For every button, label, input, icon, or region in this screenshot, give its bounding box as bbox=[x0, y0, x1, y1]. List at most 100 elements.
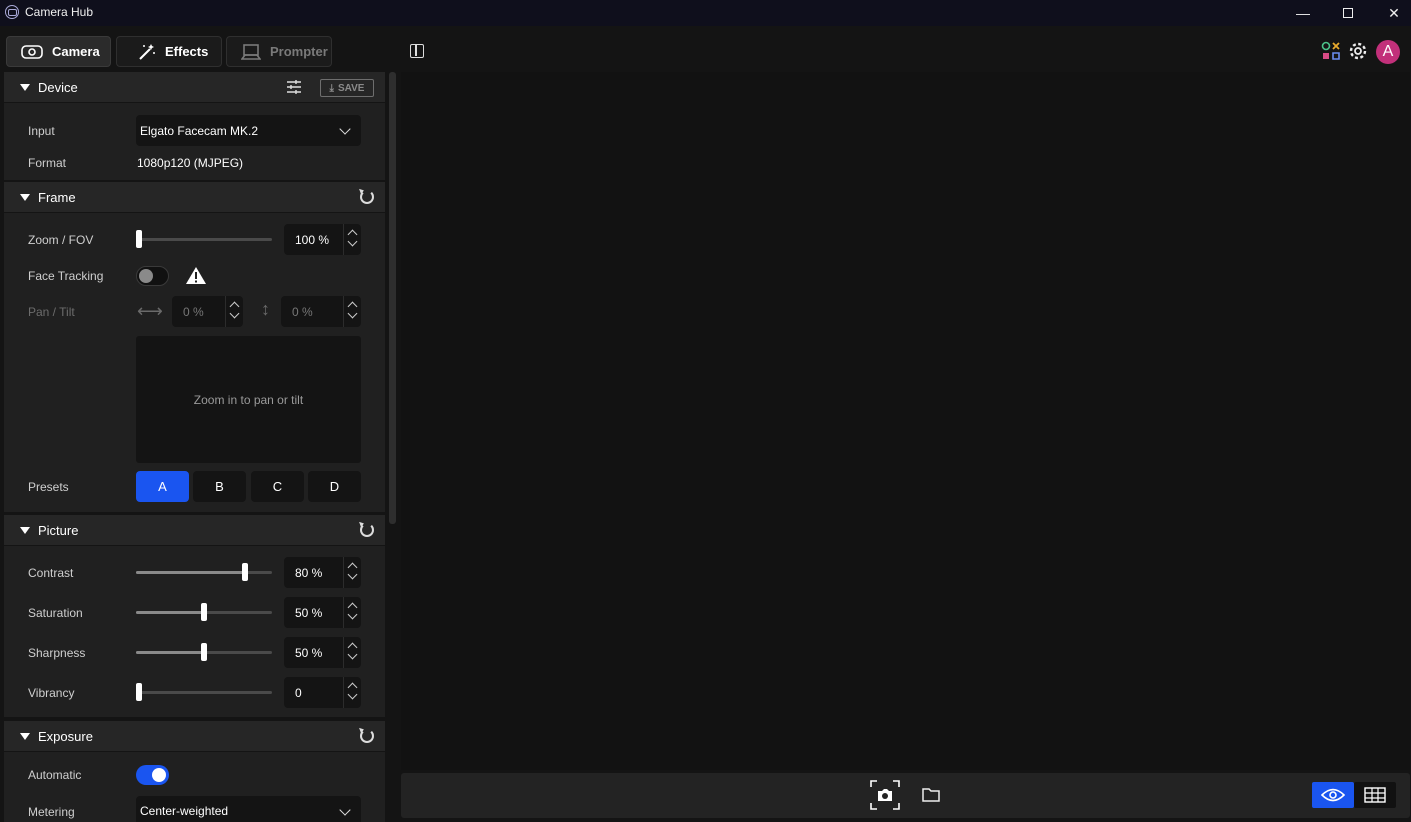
device-header[interactable]: Device ⤓ SAVE bbox=[4, 72, 385, 103]
metering-value: Center-weighted bbox=[140, 804, 229, 818]
sidebar-scrollbar[interactable] bbox=[389, 72, 396, 524]
input-select[interactable]: Elgato Facecam MK.2 bbox=[136, 115, 361, 146]
snapshot-button[interactable] bbox=[870, 780, 900, 810]
zoom-slider-thumb[interactable] bbox=[136, 230, 142, 248]
zoom-slider[interactable] bbox=[136, 230, 272, 248]
zoom-value: 100 % bbox=[295, 232, 330, 247]
settings-gear-icon[interactable] bbox=[1348, 41, 1368, 61]
pan-area-hint: Zoom in to pan or tilt bbox=[193, 392, 304, 407]
collapse-sidebar-button[interactable] bbox=[410, 44, 424, 58]
eye-icon bbox=[1321, 788, 1345, 802]
face-tracking-label: Face Tracking bbox=[28, 269, 104, 283]
contrast-stepper[interactable]: 80 % bbox=[284, 557, 361, 588]
slider-thumb[interactable] bbox=[136, 683, 142, 701]
collapse-triangle-icon bbox=[20, 193, 30, 201]
section-title: Picture bbox=[38, 522, 79, 538]
picture-row-label: Sharpness bbox=[28, 646, 86, 660]
preset-d-button[interactable]: D bbox=[308, 471, 361, 502]
sharpness-stepper[interactable]: 50 % bbox=[284, 637, 361, 668]
reset-icon[interactable] bbox=[360, 729, 374, 743]
maximize-button[interactable] bbox=[1325, 0, 1371, 26]
zoom-label: Zoom / FOV bbox=[28, 233, 94, 247]
preview-toggle-button[interactable] bbox=[1312, 782, 1354, 808]
maximize-icon bbox=[1343, 8, 1353, 18]
exposure-header[interactable]: Exposure bbox=[4, 721, 385, 752]
tab-effects[interactable]: Effects bbox=[116, 36, 222, 67]
camera-preview bbox=[401, 72, 1410, 770]
format-value: 1080p120 (MJPEG) bbox=[137, 156, 244, 170]
chevron-down-icon[interactable] bbox=[229, 308, 240, 319]
chevron-down-icon[interactable] bbox=[347, 308, 358, 319]
magic-wand-icon bbox=[139, 43, 155, 60]
input-label: Input bbox=[28, 124, 55, 138]
slider-thumb[interactable] bbox=[201, 603, 207, 621]
sharpness-slider[interactable] bbox=[136, 643, 272, 661]
chevron-down-icon[interactable] bbox=[347, 689, 358, 700]
tab-prompter[interactable]: Prompter bbox=[226, 36, 332, 67]
title-bar: Camera Hub — ✕ bbox=[0, 0, 1411, 26]
chevron-down-icon[interactable] bbox=[347, 609, 358, 620]
tab-label: Prompter bbox=[270, 44, 328, 59]
preset-a-button[interactable]: A bbox=[136, 471, 189, 502]
camera-icon bbox=[21, 44, 43, 59]
metering-select[interactable]: Center-weighted bbox=[136, 796, 361, 822]
frame-header[interactable]: Frame bbox=[4, 182, 385, 213]
window-title: Camera Hub bbox=[25, 5, 94, 19]
tab-camera[interactable]: Camera bbox=[6, 36, 111, 67]
section-title: Exposure bbox=[38, 728, 93, 744]
input-value: Elgato Facecam MK.2 bbox=[140, 123, 259, 138]
pan-tilt-label: Pan / Tilt bbox=[28, 305, 75, 319]
face-tracking-toggle[interactable] bbox=[136, 266, 169, 286]
reset-icon[interactable] bbox=[360, 523, 374, 537]
tab-label: Effects bbox=[165, 44, 209, 59]
vibrancy-stepper[interactable]: 0 bbox=[284, 677, 361, 708]
picture-header[interactable]: Picture bbox=[4, 515, 385, 546]
close-button[interactable]: ✕ bbox=[1371, 0, 1411, 26]
reset-icon[interactable] bbox=[360, 190, 374, 204]
avatar-letter: A bbox=[1382, 43, 1394, 60]
pan-stepper[interactable]: 0 % bbox=[172, 296, 243, 327]
zoom-stepper[interactable]: 100 % bbox=[284, 224, 361, 255]
vertical-arrows-icon: ↕ bbox=[261, 299, 270, 319]
saturation-stepper[interactable]: 50 % bbox=[284, 597, 361, 628]
collapse-triangle-icon bbox=[20, 83, 30, 91]
pan-tilt-area[interactable]: Zoom in to pan or tilt bbox=[136, 336, 361, 463]
chevron-down-icon[interactable] bbox=[347, 236, 358, 247]
grid-icon bbox=[1364, 787, 1386, 803]
slider-fill bbox=[136, 611, 204, 614]
section-title: Device bbox=[38, 79, 78, 95]
slider-thumb[interactable] bbox=[241, 563, 248, 581]
collapse-triangle-icon bbox=[20, 526, 30, 534]
presets-label: Presets bbox=[28, 480, 69, 494]
grid-overlay-button[interactable] bbox=[1354, 782, 1396, 808]
preset-b-button[interactable]: B bbox=[193, 471, 246, 502]
integrations-icon[interactable] bbox=[1321, 41, 1341, 61]
metering-label: Metering bbox=[28, 805, 75, 819]
minimize-button[interactable]: — bbox=[1280, 0, 1326, 26]
download-icon: ⤓ bbox=[329, 82, 334, 94]
snapshot-camera-icon bbox=[870, 780, 900, 810]
format-label: Format bbox=[28, 156, 67, 170]
picture-row-label: Vibrancy bbox=[28, 686, 75, 700]
horizontal-arrows-icon: ⟷ bbox=[137, 301, 163, 321]
tilt-stepper[interactable]: 0 % bbox=[281, 296, 361, 327]
warning-icon bbox=[186, 267, 206, 284]
avatar[interactable]: A bbox=[1376, 40, 1400, 64]
save-button[interactable]: ⤓ SAVE bbox=[320, 79, 374, 97]
preset-c-button[interactable]: C bbox=[251, 471, 304, 502]
bottom-toolbar bbox=[401, 773, 1410, 818]
stepper-value: 80 % bbox=[295, 565, 323, 580]
folder-icon[interactable] bbox=[922, 787, 940, 802]
save-label: SAVE bbox=[337, 82, 365, 94]
contrast-slider[interactable] bbox=[136, 563, 272, 581]
slider-thumb[interactable] bbox=[201, 643, 207, 661]
automatic-exposure-toggle[interactable] bbox=[136, 765, 169, 785]
picture-row-label: Contrast bbox=[28, 566, 74, 580]
chevron-down-icon[interactable] bbox=[347, 569, 358, 580]
vibrancy-slider[interactable] bbox=[136, 683, 272, 701]
stepper-value: 50 % bbox=[295, 605, 323, 620]
chevron-down-icon bbox=[339, 123, 351, 135]
adjust-sliders-icon[interactable] bbox=[287, 80, 301, 94]
saturation-slider[interactable] bbox=[136, 603, 272, 621]
chevron-down-icon[interactable] bbox=[347, 649, 358, 660]
